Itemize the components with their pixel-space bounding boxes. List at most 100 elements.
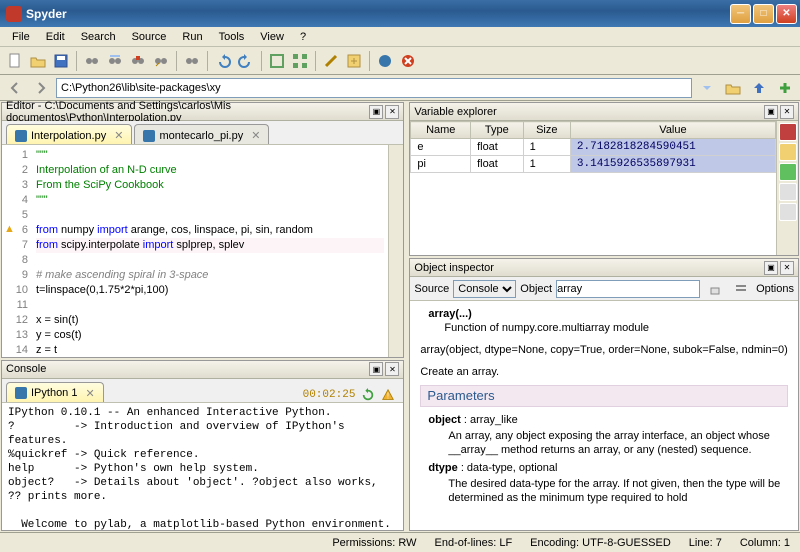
inspector-title: Object inspector [414,262,762,274]
menu-bar: FileEditSearchSourceRunToolsView? [0,27,800,47]
warning-icon: ▲ [4,223,15,235]
variable-table[interactable]: NameTypeSizeValueefloat12.71828182845904… [410,121,776,255]
close-tab-icon[interactable]: ✕ [251,129,260,142]
column-header[interactable]: Size [523,122,570,139]
lock-icon[interactable] [704,278,726,300]
undock-icon[interactable]: ▣ [369,362,383,376]
inspector-content: array(...) Function of numpy.core.multia… [410,301,798,530]
undock-icon[interactable]: ▣ [369,105,383,119]
refresh-icon[interactable] [361,388,375,402]
maximize-button[interactable]: □ [753,4,774,24]
varexp-title: Variable explorer [414,106,762,118]
preferences-icon[interactable] [320,50,342,72]
run-cell-icon[interactable] [104,50,126,72]
browse-icon[interactable] [722,77,744,99]
console-timer: 00:02:25 [303,389,356,401]
code-editor[interactable]: ▲ 1234567891011121314 """Interpolation o… [2,145,403,357]
object-input[interactable] [556,280,700,298]
warning-icon[interactable]: ! [381,388,395,402]
import-data-icon[interactable] [779,143,797,161]
path-manager-icon[interactable] [343,50,365,72]
svg-text:!: ! [387,391,389,400]
editor-tab[interactable]: montecarlo_pi.py ✕ [134,124,269,144]
menu-view[interactable]: View [252,29,292,45]
minimize-button[interactable]: ─ [730,4,751,24]
options-label[interactable]: Options [756,283,794,295]
table-row[interactable]: pifloat13.1415926535897931 [411,156,776,173]
object-label: Object [520,283,552,295]
add-path-icon[interactable] [774,77,796,99]
refresh-vars-icon[interactable] [779,123,797,141]
run-selection-icon[interactable] [150,50,172,72]
redo-icon[interactable] [235,50,257,72]
menu-run[interactable]: Run [174,29,210,45]
console-title: Console [6,363,367,375]
editor-pane: Editor - C:\Documents and Settings\carlo… [1,102,404,358]
tab-label: Interpolation.py [31,130,106,142]
inspector-call: array(object, dtype=None, copy=True, ord… [420,343,788,357]
save-as-icon[interactable] [779,183,797,201]
column-header[interactable]: Name [411,122,471,139]
object-inspector-pane: Object inspector ▣ ✕ Source Console Obje… [409,258,799,531]
menu-source[interactable]: Source [124,29,175,45]
status-bar: Permissions: RW End-of-lines: LF Encodin… [0,532,800,552]
app-icon [6,6,22,22]
open-file-icon[interactable] [27,50,49,72]
close-tab-icon[interactable]: ✕ [114,129,123,142]
variable-explorer-pane: Variable explorer ▣ ✕ NameTypeSizeValuee… [409,102,799,256]
inspector-signature: array(...) [428,308,471,320]
python-icon [143,130,155,142]
tab-label: montecarlo_pi.py [159,130,243,142]
maximize-pane-icon[interactable] [266,50,288,72]
options-icon[interactable] [730,278,752,300]
close-pane-icon[interactable]: ✕ [780,261,794,275]
source-select[interactable]: Console [453,280,516,298]
undock-icon[interactable]: ▣ [764,261,778,275]
parameters-header: Parameters [420,385,788,407]
python-icon[interactable] [374,50,396,72]
column-header[interactable]: Value [570,122,775,139]
back-icon[interactable] [4,77,26,99]
console-tab[interactable]: IPython 1 ✕ [6,382,104,402]
menu-search[interactable]: Search [73,29,124,45]
debug-icon[interactable] [181,50,203,72]
menu-?[interactable]: ? [292,29,314,45]
fullscreen-icon[interactable] [289,50,311,72]
close-tab-icon[interactable]: ✕ [85,387,94,400]
forward-icon[interactable] [30,77,52,99]
python-icon [15,387,27,399]
close-pane-icon[interactable]: ✕ [385,105,399,119]
options-icon[interactable] [779,203,797,221]
source-label: Source [414,283,449,295]
run-icon[interactable] [81,50,103,72]
path-bar [0,75,800,101]
title-bar: Spyder ─ □ ✕ [0,0,800,27]
table-row[interactable]: efloat12.7182818284590451 [411,139,776,156]
path-input[interactable] [56,78,692,98]
menu-edit[interactable]: Edit [38,29,73,45]
menu-tools[interactable]: Tools [211,29,253,45]
up-icon[interactable] [748,77,770,99]
editor-title: Editor - C:\Documents and Settings\carlo… [6,100,367,124]
new-file-icon[interactable] [4,50,26,72]
exit-icon[interactable] [397,50,419,72]
close-button[interactable]: ✕ [776,4,797,24]
main-toolbar [0,47,800,75]
close-pane-icon[interactable]: ✕ [780,105,794,119]
window-title: Spyder [26,7,728,21]
save-data-icon[interactable] [779,163,797,181]
console-tab-label: IPython 1 [31,387,77,399]
console-pane: Console ▣ ✕ IPython 1 ✕ 00:02:25 ! IPyth… [1,360,404,531]
run-interrupt-icon[interactable] [127,50,149,72]
undo-icon[interactable] [212,50,234,72]
close-pane-icon[interactable]: ✕ [385,362,399,376]
console-output[interactable]: IPython 0.10.1 -- An enhanced Interactiv… [2,403,403,530]
path-dropdown-icon[interactable] [696,77,718,99]
save-file-icon[interactable] [50,50,72,72]
inspector-desc: Create an array. [420,365,788,379]
menu-file[interactable]: File [4,29,38,45]
column-header[interactable]: Type [471,122,524,139]
scrollbar[interactable] [388,145,403,357]
undock-icon[interactable]: ▣ [764,105,778,119]
editor-tab[interactable]: Interpolation.py ✕ [6,124,132,144]
